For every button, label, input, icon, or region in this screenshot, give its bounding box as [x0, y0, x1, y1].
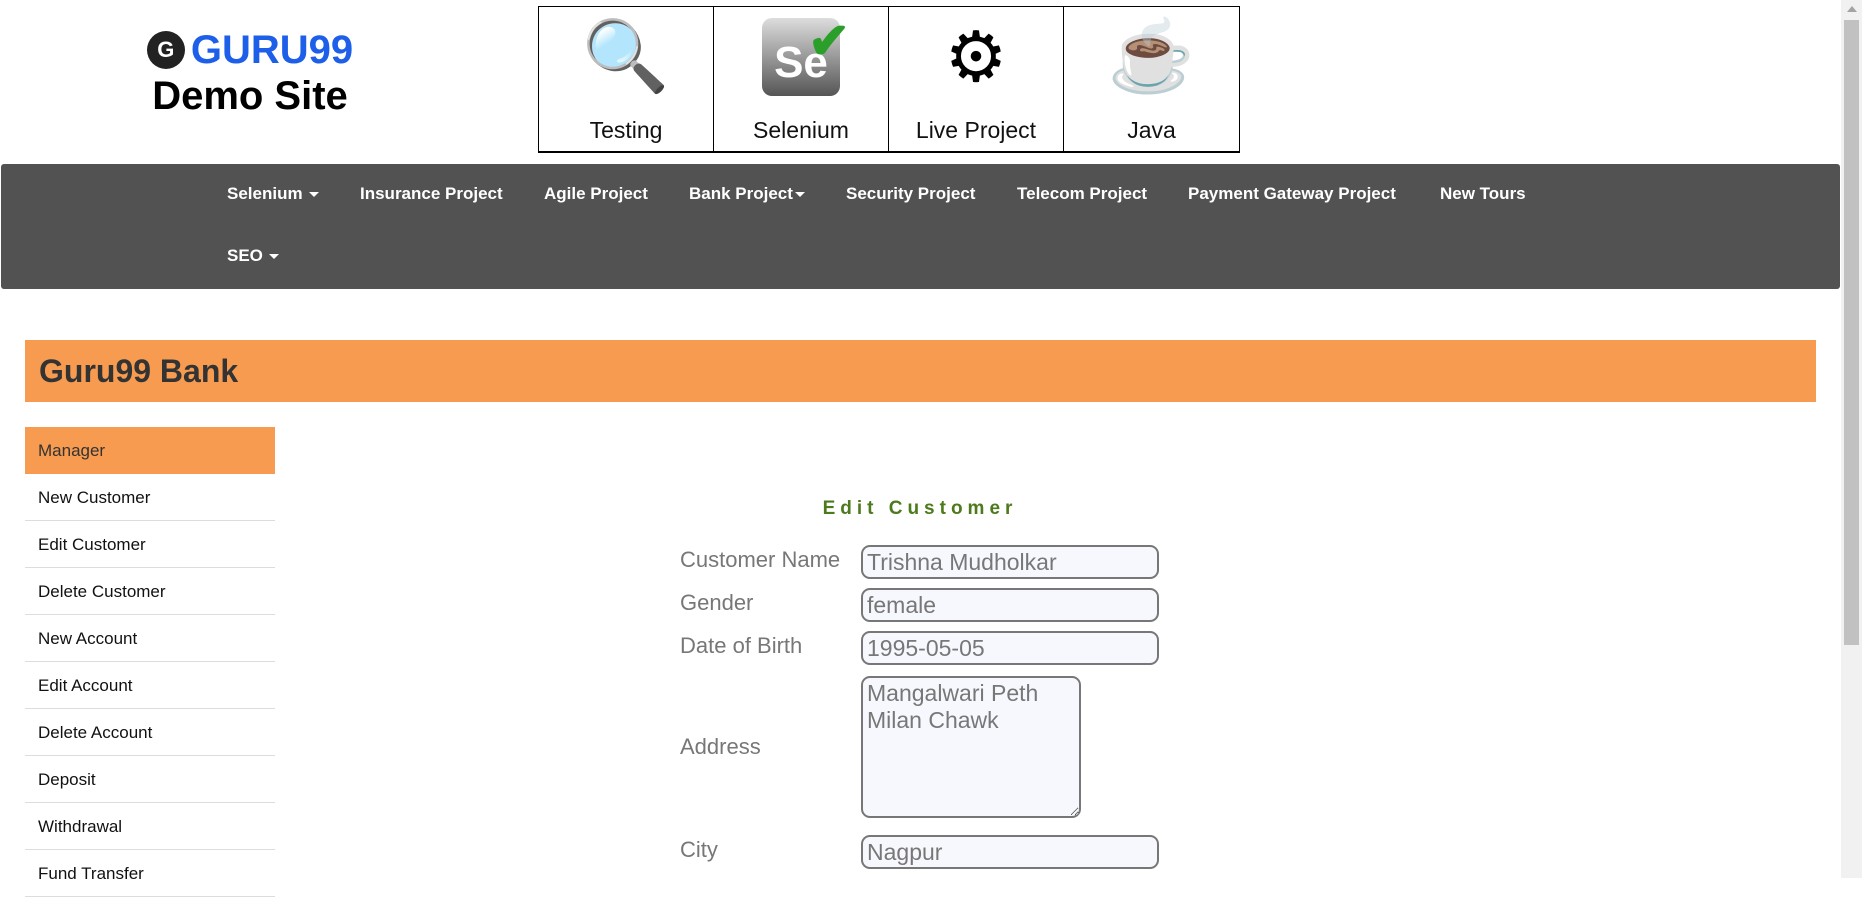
- caret-down-icon: [794, 192, 805, 198]
- sidebar-item-fund-transfer[interactable]: Fund Transfer: [25, 850, 275, 897]
- page-scrollbar[interactable]: [1841, 0, 1862, 878]
- scroll-up-icon[interactable]: [1847, 6, 1857, 12]
- nav-seo[interactable]: SEO: [227, 246, 279, 266]
- dob-label: Date of Birth: [680, 633, 803, 658]
- course-live-project[interactable]: ⚙ Live Project: [889, 7, 1064, 151]
- sidebar-item-deposit[interactable]: Deposit: [25, 756, 275, 803]
- sidebar-item-new-account[interactable]: New Account: [25, 615, 275, 662]
- gear-bulb-icon: ⚙: [944, 18, 1008, 96]
- bank-title: Guru99 Bank: [39, 353, 239, 389]
- gender-input[interactable]: [861, 588, 1159, 622]
- course-testing[interactable]: 🔍 Testing: [539, 7, 714, 151]
- course-label: Live Project: [915, 117, 1037, 143]
- sidebar-item-edit-customer[interactable]: Edit Customer: [25, 521, 275, 568]
- course-label: Testing: [589, 117, 663, 143]
- course-links: 🔍 Testing Se ✔ Selenium ⚙ Live Project ☕ Java: [538, 6, 1240, 153]
- city-input[interactable]: [861, 835, 1159, 869]
- selenium-icon: Se ✔: [714, 7, 888, 107]
- logo-brand: GURU99: [190, 28, 354, 72]
- sidebar-item-withdrawal[interactable]: Withdrawal: [25, 803, 275, 850]
- nav-selenium[interactable]: Selenium: [227, 184, 319, 204]
- address-label: Address: [680, 734, 761, 759]
- nav-payment-gateway-project[interactable]: Payment Gateway Project: [1188, 184, 1396, 204]
- nav-bank-project[interactable]: Bank Project: [689, 184, 805, 204]
- city-label: City: [680, 837, 718, 862]
- guru99-logo-icon: G: [146, 31, 185, 69]
- course-label: Java: [1127, 117, 1176, 143]
- nav-new-tours[interactable]: New Tours: [1440, 184, 1526, 204]
- magnifier-bug-icon: 🔍: [582, 17, 670, 95]
- sidebar-item-manager[interactable]: Manager: [25, 427, 275, 474]
- scrollbar-thumb[interactable]: [1844, 20, 1859, 645]
- course-java[interactable]: ☕ Java: [1064, 7, 1239, 151]
- main-nav: Selenium Insurance Project Agile Project…: [1, 164, 1840, 289]
- sidebar-item-new-customer[interactable]: New Customer: [25, 474, 275, 521]
- caret-down-icon: [308, 192, 319, 198]
- nav-security-project[interactable]: Security Project: [846, 184, 975, 204]
- sidebar-item-delete-customer[interactable]: Delete Customer: [25, 568, 275, 615]
- logo-subtitle: Demo Site: [152, 74, 348, 118]
- bank-banner: Guru99 Bank: [25, 340, 1816, 402]
- sidebar-item-edit-account[interactable]: Edit Account: [25, 662, 275, 709]
- dob-input[interactable]: [861, 631, 1159, 665]
- nav-agile-project[interactable]: Agile Project: [544, 184, 648, 204]
- sidebar-menu: Manager New Customer Edit Customer Delet…: [25, 427, 275, 897]
- form-title: Edit Customer: [822, 498, 1018, 519]
- customer-name-label: Customer Name: [680, 547, 841, 572]
- sidebar-item-delete-account[interactable]: Delete Account: [25, 709, 275, 756]
- address-textarea[interactable]: Mangalwari Peth Milan Chawk: [861, 676, 1081, 818]
- java-icon: ☕: [1107, 17, 1196, 95]
- nav-telecom-project[interactable]: Telecom Project: [1017, 184, 1147, 204]
- nav-insurance-project[interactable]: Insurance Project: [360, 184, 503, 204]
- caret-down-icon: [268, 254, 279, 260]
- gender-label: Gender: [680, 590, 754, 615]
- logo[interactable]: G GURU99 Demo Site: [140, 28, 360, 119]
- customer-name-input[interactable]: [861, 545, 1159, 579]
- course-selenium[interactable]: Se ✔ Selenium: [714, 7, 889, 151]
- course-label: Selenium: [753, 117, 849, 143]
